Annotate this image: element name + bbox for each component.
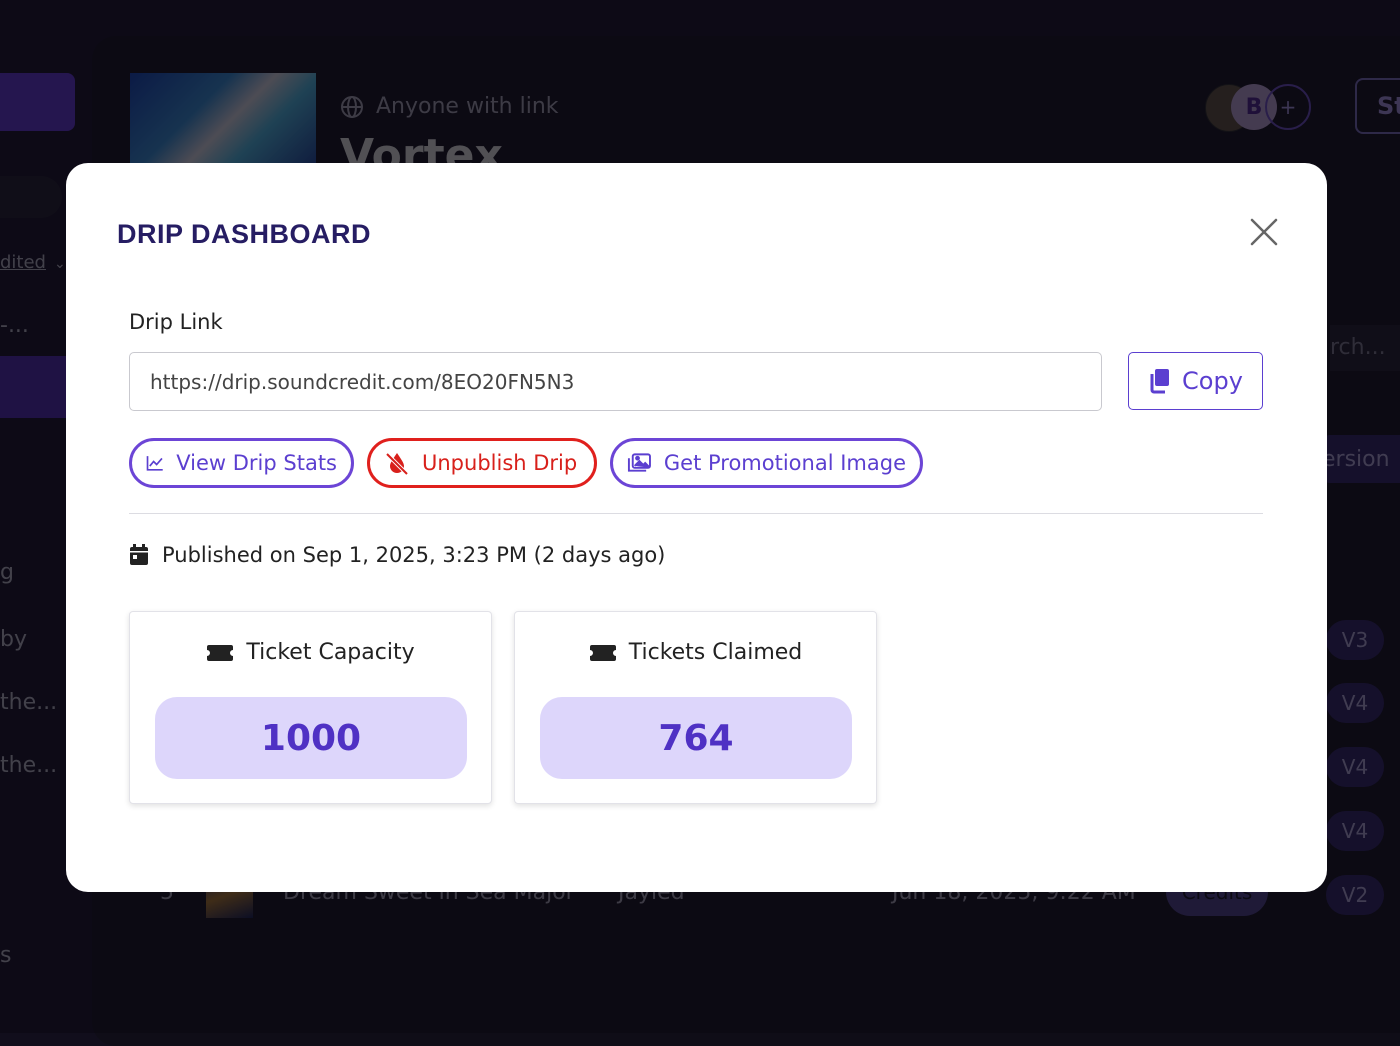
copy-button-label: Copy [1182,367,1243,395]
stat-label: Tickets Claimed [628,640,803,665]
copy-icon [1150,369,1170,394]
get-promotional-image-label: Get Promotional Image [663,451,906,475]
get-promotional-image-button[interactable]: Get Promotional Image [610,438,923,488]
images-icon [627,453,651,472]
tickets-claimed-value: 764 [540,697,852,779]
modal-title: DRIP DASHBOARD [117,219,372,249]
stat-header: Ticket Capacity [130,640,491,665]
drip-dashboard-modal: DRIP DASHBOARD Drip Link Copy View Drip … [66,163,1327,892]
unpublish-drip-label: Unpublish Drip [422,451,578,475]
divider [129,513,1263,514]
drip-link-field[interactable] [129,352,1102,411]
drip-link-label: Drip Link [129,310,223,334]
calendar-icon [130,544,148,565]
ticket-capacity-card: Ticket Capacity 1000 [129,611,492,804]
ticket-capacity-value: 1000 [155,697,467,779]
published-text: Published on Sep 1, 2025, 3:23 PM (2 day… [162,543,666,567]
drop-slash-icon [385,452,409,476]
stat-header: Tickets Claimed [515,640,876,665]
ticket-icon [207,644,234,661]
ticket-icon [589,644,616,661]
copy-button[interactable]: Copy [1128,352,1263,410]
unpublish-drip-button[interactable]: Unpublish Drip [367,438,597,488]
published-info: Published on Sep 1, 2025, 3:23 PM (2 day… [129,543,665,567]
stat-label: Ticket Capacity [246,640,415,665]
tickets-claimed-card: Tickets Claimed 764 [514,611,877,804]
view-drip-stats-label: View Drip Stats [176,451,337,475]
close-icon[interactable] [1247,215,1281,249]
view-drip-stats-button[interactable]: View Drip Stats [129,438,354,488]
line-chart-icon [146,456,163,471]
